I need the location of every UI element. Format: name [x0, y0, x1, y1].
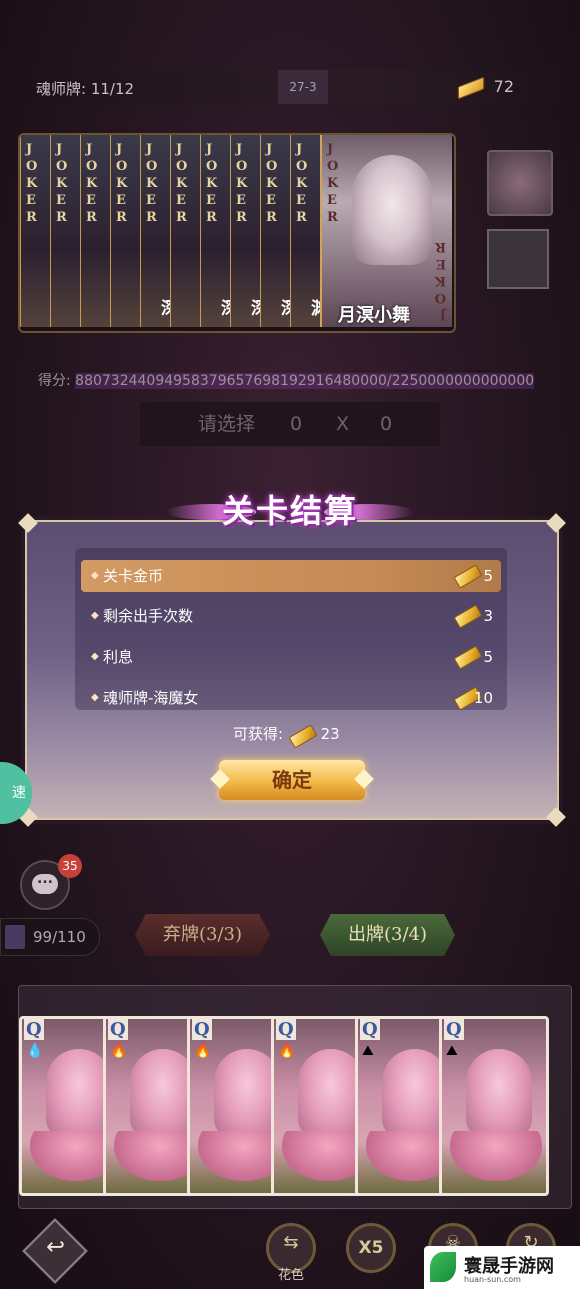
earth-suit-icon: ⛰ [446, 1043, 458, 1059]
stage-indicator: 27-3 [278, 70, 328, 104]
selection-panel: 请选择 0 X 0 [140, 402, 440, 446]
fire-suit-icon: 🔥 [110, 1043, 128, 1059]
deck-count: 99/110 [33, 928, 86, 946]
earth-suit-icon: ⛰ [362, 1043, 374, 1059]
selection-label: 请选择 [198, 413, 256, 435]
confirm-button[interactable]: 确定 [219, 760, 365, 800]
gold-ingot-icon [453, 686, 483, 710]
reward-row-soul-card: ◆ 魂师牌-海魔女 10 [81, 682, 501, 710]
chat-button[interactable]: 35 [20, 854, 82, 910]
chat-bubble-icon [32, 871, 58, 894]
settlement-title: 关卡结算 [221, 492, 358, 530]
leaf-logo-icon [430, 1252, 456, 1282]
corner-ornament [18, 513, 38, 533]
joker-card-row: JOKER JOKER JOKER JOKER JOKER深 JOKER JOK… [18, 133, 456, 333]
coin-counter: 72 [457, 76, 514, 99]
score-label: 得分: [38, 373, 71, 389]
deck-icon [5, 925, 25, 949]
watermark-url: huan-sun.com [464, 1275, 521, 1284]
fire-suit-icon: 🔥 [278, 1043, 296, 1059]
reward-row-remaining-hands: ◆ 剩余出手次数 3 [81, 600, 501, 632]
chat-badge: 35 [58, 854, 82, 878]
chips-value: 0 [290, 413, 303, 435]
featured-joker-card[interactable]: JOKER 月溟小舞 JOKER [320, 135, 452, 327]
obtain-amount: 23 [320, 725, 340, 743]
reward-list: ◆ 关卡金币 5 ◆ 剩余出手次数 3 ◆ 利息 5 ◆ 魂师牌-海魔女 10 [75, 548, 507, 710]
play-button[interactable]: 出牌(3/4) [320, 914, 455, 956]
hand-area: Q 💧 Q 🔥 Q 🔥 Q 🔥 Q ⛰ Q ⛰ [18, 985, 572, 1209]
score-value: 88073244094958379657698192916480000/2250… [75, 373, 535, 389]
card-art [466, 1049, 532, 1139]
game-screen: 魂师牌: 11/12 27-3 72 JOKER JOKER JOKER JOK… [0, 0, 580, 1289]
gold-ingot-icon [453, 645, 483, 670]
fire-suit-icon: 🔥 [194, 1043, 212, 1059]
discard-button[interactable]: 弃牌(3/3) [135, 914, 270, 956]
top-bar: 魂师牌: 11/12 27-3 72 [12, 70, 570, 104]
deck-counter[interactable]: 99/110 [0, 918, 100, 956]
empty-item-slot[interactable] [487, 229, 549, 289]
back-arrow-icon: ↩ [46, 1233, 65, 1260]
water-suit-icon: 💧 [26, 1043, 44, 1059]
diamond-bullet-icon: ◆ [91, 610, 99, 621]
gold-ingot-icon [453, 604, 483, 629]
soul-cards-count: 魂师牌: 11/12 [36, 80, 135, 98]
character-portrait [352, 155, 432, 265]
score-display: 得分: 88073244094958379657698192916480000/… [38, 370, 535, 390]
x5-multiplier-button[interactable]: X5 [346, 1223, 396, 1273]
swap-icon: ⇆ [283, 1232, 299, 1253]
settlement-dialog: ◆ 关卡金币 5 ◆ 剩余出手次数 3 ◆ 利息 5 ◆ 魂师牌-海魔女 10 … [18, 513, 566, 827]
coin-value: 72 [493, 77, 514, 96]
gold-ingot-icon [453, 564, 483, 589]
reward-row-interest: ◆ 利息 5 [81, 641, 501, 673]
diamond-bullet-icon: ◆ [91, 651, 99, 662]
diamond-bullet-icon: ◆ [91, 692, 99, 703]
gold-ingot-icon [457, 76, 484, 99]
settlement-title-banner: 关卡结算 [166, 478, 414, 538]
site-watermark: 寰晟手游网 huan-sun.com [424, 1246, 580, 1289]
gold-ingot-icon [288, 723, 318, 749]
featured-joker-name: 月溟小舞 [338, 305, 410, 326]
times-sign: X [336, 413, 350, 435]
total-obtain: 可获得: 23 [233, 720, 340, 749]
corner-ornament [546, 513, 566, 533]
back-button[interactable]: ↩ [22, 1218, 88, 1284]
hand-card[interactable]: Q ⛰ [439, 1016, 549, 1196]
sort-by-suit-button[interactable]: ⇆ 花色 [266, 1223, 316, 1283]
diamond-bullet-icon: ◆ [91, 570, 99, 581]
mult-value: 0 [380, 413, 393, 435]
reward-row-stage-gold: ◆ 关卡金币 5 [81, 560, 501, 592]
corner-ornament [546, 807, 566, 827]
obtain-label: 可获得: [233, 725, 284, 743]
equipped-item-slot[interactable] [487, 150, 553, 216]
